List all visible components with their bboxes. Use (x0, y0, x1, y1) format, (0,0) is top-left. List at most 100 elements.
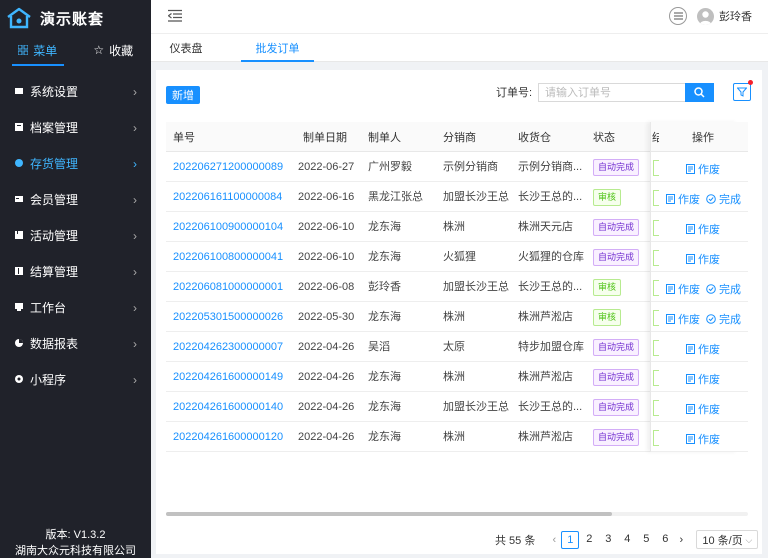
status-badge: 自动完成 (593, 249, 640, 266)
sidebar-tab-menu[interactable]: 菜单 (0, 36, 76, 66)
sidebar-item-label: 系统设置 (30, 84, 79, 99)
order-distributor: 示例分销商 (443, 161, 498, 173)
sidebar-menu: 系统设置 › 档案管理 › 存货管理 › 会员管理 › 活动管理 › 结算管理 › 工作台 › 数据报表 › 小… (0, 73, 151, 397)
order-maker: 龙东海 (368, 251, 401, 263)
order-number-link[interactable]: 202204261600000149 (173, 371, 283, 383)
order-number-link[interactable]: 202204261600000140 (173, 401, 283, 413)
sidebar-item-settlement[interactable]: 结算管理 › (0, 253, 151, 289)
order-warehouse: 长沙王总的... (518, 401, 583, 413)
order-number-input[interactable] (538, 83, 685, 102)
sidebar-item-inventory[interactable]: 存货管理 › (0, 145, 151, 181)
tab-wholesale-orders[interactable]: 批发订单 (241, 34, 314, 62)
order-warehouse: 特步加盟仓库 (518, 341, 584, 353)
user-name[interactable]: 彭玲香 (719, 8, 752, 24)
sidebar-item-label: 档案管理 (30, 120, 79, 135)
order-maker: 龙东海 (368, 221, 401, 233)
order-date: 2022-05-30 (298, 311, 355, 323)
app-logo: 演示账套 (6, 6, 104, 30)
order-warehouse: 长沙王总的... (518, 281, 583, 293)
order-number-link[interactable]: 202206100800000041 (173, 251, 283, 263)
chevron-right-icon: › (133, 157, 137, 171)
order-distributor: 太原 (443, 341, 465, 353)
order-date: 2022-06-16 (298, 191, 355, 203)
order-distributor: 加盟长沙王总 (443, 191, 509, 203)
horizontal-scrollbar-thumb[interactable] (166, 512, 612, 516)
search-icon (694, 87, 705, 98)
page-size-value: 10 条/页 (702, 534, 743, 547)
order-number-link[interactable]: 202206100900000104 (173, 221, 283, 233)
order-number-link[interactable]: 202205301500000026 (173, 311, 283, 323)
page-number[interactable]: 2 (580, 531, 598, 549)
order-maker: 龙东海 (368, 401, 401, 413)
star-icon: ☆ (93, 43, 105, 57)
sidebar-item-label: 工作台 (30, 300, 67, 315)
order-number-link[interactable]: 202206271200000089 (173, 161, 283, 173)
fixed-ops-column (650, 122, 738, 452)
order-distributor: 加盟长沙王总 (443, 401, 509, 413)
order-maker: 吴滔 (368, 341, 390, 353)
filter-badge-dot (748, 80, 753, 85)
page-number[interactable]: 1 (561, 530, 580, 549)
order-date: 2022-04-26 (298, 431, 355, 443)
sidebar-item-archive[interactable]: 档案管理 › (0, 109, 151, 145)
filter-icon (737, 87, 747, 97)
page-number[interactable]: 4 (618, 531, 636, 549)
add-button[interactable]: 新增 (166, 86, 200, 104)
avatar[interactable] (697, 7, 714, 25)
col-header-no: 单号 (173, 131, 195, 144)
order-warehouse: 株洲芦淞店 (518, 311, 573, 323)
order-distributor: 株洲 (443, 431, 465, 443)
chevron-right-icon: › (133, 265, 137, 279)
order-date: 2022-04-26 (298, 341, 355, 353)
sidebar-item-member[interactable]: 会员管理 › (0, 181, 151, 217)
sidebar-item-settings[interactable]: 系统设置 › (0, 73, 151, 109)
order-distributor: 火狐狸 (443, 251, 476, 263)
order-maker: 黑龙江张总 (368, 191, 423, 203)
status-badge: 自动完成 (593, 159, 640, 176)
chevron-right-icon: › (133, 337, 137, 351)
chevron-right-icon: › (133, 229, 137, 243)
prev-page-icon[interactable]: ‹ (547, 534, 561, 546)
sidebar-item-label: 活动管理 (30, 228, 79, 243)
tab-dashboard[interactable]: 仪表盘 (163, 34, 209, 62)
member-icon (14, 194, 24, 204)
settlement-icon (14, 266, 24, 276)
app-title: 演示账套 (40, 10, 105, 28)
order-warehouse: 火狐狸的仓库 (518, 251, 584, 263)
order-number-link[interactable]: 202204261600000120 (173, 431, 283, 443)
status-badge: 自动完成 (593, 429, 640, 446)
order-date: 2022-06-10 (298, 251, 355, 263)
page-size-select[interactable]: 10 条/页 ⌵ (696, 530, 759, 549)
top-right: 彭玲香 (669, 7, 752, 25)
page-number[interactable]: 5 (637, 531, 655, 549)
sidebar-item-workbench[interactable]: 工作台 › (0, 289, 151, 325)
search-button[interactable] (685, 83, 714, 102)
menu-fold-icon[interactable] (167, 9, 182, 25)
sidebar-item-miniapp[interactable]: 小程序 › (0, 361, 151, 397)
page-number[interactable]: 6 (656, 531, 674, 549)
col-header-maker: 制单人 (368, 131, 401, 144)
order-number-link[interactable]: 202204262300000007 (173, 341, 283, 353)
order-maker: 彭玲香 (368, 281, 401, 293)
chevron-right-icon: › (133, 301, 137, 315)
order-warehouse: 株洲芦淞店 (518, 371, 573, 383)
main-content: 新增 订单号: 单号 制单日期 制单人 分销商 收货仓 状态 结 操作 2022… (156, 70, 762, 554)
page-tabs: 仪表盘 批发订单 (151, 34, 768, 62)
order-number-link[interactable]: 202206081000000001 (173, 281, 283, 293)
company-text: 湖南大众元科技有限公司 (15, 545, 136, 557)
sidebar-item-report[interactable]: 数据报表 › (0, 325, 151, 361)
order-maker: 广州罗毅 (368, 161, 412, 173)
order-warehouse: 株洲天元店 (518, 221, 573, 233)
col-header-warehouse: 收货仓 (518, 131, 551, 144)
sidebar-item-activity[interactable]: 活动管理 › (0, 217, 151, 253)
menu-list-icon[interactable] (669, 7, 687, 25)
page-number[interactable]: 3 (599, 531, 617, 549)
status-badge: 审核 (593, 279, 622, 296)
sidebar-tab-favorites[interactable]: ☆ 收藏 (76, 36, 152, 64)
search-label: 订单号: (496, 87, 533, 99)
order-number-link[interactable]: 202206161100000084 (173, 191, 282, 203)
filter-button[interactable] (733, 83, 751, 101)
next-page-icon[interactable]: › (674, 534, 688, 546)
order-maker: 龙东海 (368, 311, 401, 323)
status-badge: 自动完成 (593, 219, 640, 236)
